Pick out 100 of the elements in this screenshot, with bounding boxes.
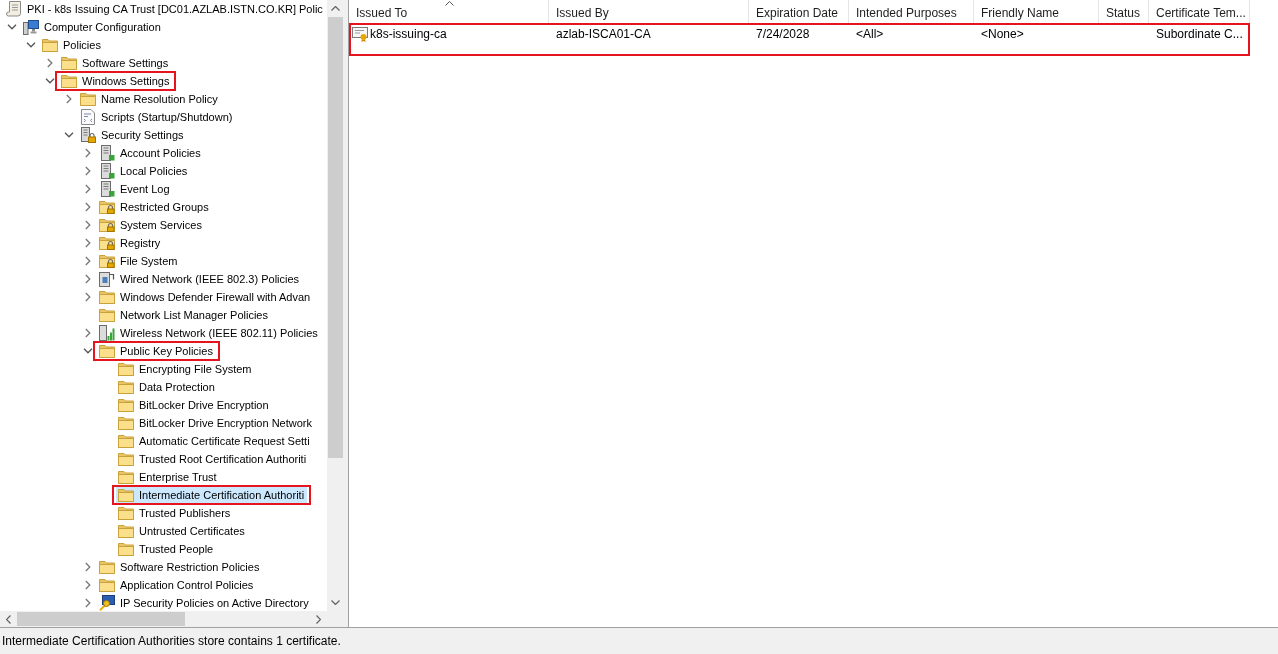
folder-lock-icon <box>99 254 115 268</box>
chevron-right-icon[interactable] <box>84 220 91 230</box>
tree-item[interactable]: Network List Manager Policies <box>97 306 271 324</box>
chevron-right-icon[interactable] <box>84 328 91 338</box>
chevron-right-icon[interactable] <box>84 598 91 608</box>
tree-item[interactable]: Wireless Network (IEEE 802.11) Policies <box>97 324 321 342</box>
tree-item[interactable]: Policies <box>40 36 104 54</box>
scrollbar-thumb[interactable] <box>17 612 185 626</box>
folder-icon <box>61 74 77 88</box>
table-cell: azlab-ISCA01-CA <box>556 27 651 41</box>
folder-icon <box>118 380 134 394</box>
folder-icon <box>118 488 134 502</box>
column-header[interactable]: Intended Purposes <box>849 0 974 25</box>
tree-item[interactable]: Enterprise Trust <box>116 468 220 486</box>
chevron-down-icon[interactable] <box>44 78 55 84</box>
tree-item[interactable]: Local Policies <box>97 162 191 180</box>
signal-bars-icon <box>99 325 115 341</box>
chevron-right-icon[interactable] <box>46 58 53 68</box>
chevron-right-icon[interactable] <box>84 148 91 158</box>
tree-item[interactable]: Name Resolution Policy <box>78 90 221 108</box>
tree-item[interactable]: BitLocker Drive Encryption Network <box>116 414 315 432</box>
chevron-down-icon <box>331 600 340 605</box>
column-header[interactable]: Certificate Tem... <box>1149 0 1250 25</box>
server-icon <box>99 163 115 179</box>
tree-item[interactable]: Software Restriction Policies <box>97 558 263 576</box>
status-text: Intermediate Certification Authorities store contains 1 certificate. <box>2 634 341 648</box>
vertical-scrollbar[interactable] <box>327 0 344 611</box>
tree-item[interactable]: Scripts (Startup/Shutdown) <box>78 108 236 126</box>
column-header[interactable]: Expiration Date <box>749 0 849 25</box>
scrollbar-thumb[interactable] <box>328 17 343 458</box>
chevron-right-icon[interactable] <box>84 256 91 266</box>
server-icon <box>99 181 115 197</box>
table-cell: k8s-issuing-ca <box>370 27 447 41</box>
tree-item[interactable]: Trusted Publishers <box>116 504 234 522</box>
folder-icon <box>118 470 134 484</box>
sort-caret-icon <box>444 1 454 6</box>
computer-icon <box>23 19 39 35</box>
tree-item[interactable]: IP Security Policies on Active Directory <box>97 594 312 611</box>
column-header[interactable]: Issued To <box>349 0 549 25</box>
script-file-icon <box>80 109 96 125</box>
chevron-right-icon[interactable] <box>84 202 91 212</box>
certificate-icon <box>352 26 368 42</box>
chevron-right-icon[interactable] <box>84 238 91 248</box>
tree-item[interactable]: Security Settings <box>78 126 187 144</box>
tree-item[interactable]: Wired Network (IEEE 802.3) Policies <box>97 270 303 288</box>
tree-item[interactable]: Account Policies <box>97 144 204 162</box>
tree-item[interactable]: Encrypting File System <box>116 360 255 378</box>
scroll-document-icon <box>6 1 22 17</box>
chevron-right-icon[interactable] <box>84 580 91 590</box>
chevron-down-icon[interactable] <box>25 42 36 48</box>
tree-item[interactable]: BitLocker Drive Encryption <box>116 396 272 414</box>
tree-item[interactable]: Windows Defender Firewall with Advan <box>97 288 314 306</box>
folder-icon <box>99 344 115 358</box>
tree-item[interactable]: Application Control Policies <box>97 576 257 594</box>
table-cell: <None> <box>981 27 1024 41</box>
folder-icon <box>80 92 96 106</box>
tree-item[interactable]: Data Protection <box>116 378 218 396</box>
folder-icon <box>99 308 115 322</box>
horizontal-scrollbar[interactable] <box>0 611 327 627</box>
chevron-down-icon[interactable] <box>6 24 17 30</box>
network-adapter-icon <box>99 271 115 287</box>
folder-icon <box>118 506 134 520</box>
tree-item[interactable]: Trusted People <box>116 540 217 558</box>
folder-icon <box>118 452 134 466</box>
chevron-right-icon <box>316 614 321 624</box>
chevron-down-icon[interactable] <box>82 348 93 354</box>
tree-item[interactable]: Windows Settings <box>59 72 173 90</box>
chevron-right-icon[interactable] <box>84 166 91 176</box>
tree-item[interactable]: Untrusted Certificates <box>116 522 248 540</box>
tree-item[interactable]: Automatic Certificate Request Setti <box>116 432 313 450</box>
chevron-down-icon[interactable] <box>63 132 74 138</box>
folder-icon <box>118 524 134 538</box>
table-cell: Subordinate C... <box>1156 27 1243 41</box>
tree-item[interactable]: PKI - k8s Issuing CA Trust [DC01.AZLAB.ISTN.CO.KR] Polic <box>4 0 326 18</box>
column-header[interactable]: Friendly Name <box>974 0 1099 25</box>
folder-icon <box>118 416 134 430</box>
tree-item[interactable]: Computer Configuration <box>21 18 164 36</box>
column-header[interactable]: Issued By <box>549 0 749 25</box>
tree-item[interactable]: Trusted Root Certification Authoriti <box>116 450 310 468</box>
chevron-up-icon <box>331 6 340 11</box>
chevron-right-icon[interactable] <box>84 292 91 302</box>
tree-item[interactable]: Public Key Policies <box>97 342 216 360</box>
tree-item[interactable]: Restricted Groups <box>97 198 212 216</box>
tree-item[interactable]: File System <box>97 252 181 270</box>
chevron-right-icon[interactable] <box>84 184 91 194</box>
computer-key-icon <box>99 595 115 611</box>
folder-icon <box>61 56 77 70</box>
folder-icon <box>99 578 115 592</box>
tree-item[interactable]: System Services <box>97 216 205 234</box>
tree-item[interactable]: Software Settings <box>59 54 172 72</box>
tree-item[interactable]: Registry <box>97 234 164 252</box>
server-lock-icon <box>80 127 96 143</box>
chevron-right-icon[interactable] <box>84 562 91 572</box>
column-header[interactable]: Status <box>1099 0 1149 25</box>
folder-icon <box>118 542 134 556</box>
chevron-right-icon[interactable] <box>84 274 91 284</box>
tree-item[interactable]: Event Log <box>97 180 173 198</box>
folder-icon <box>42 38 58 52</box>
chevron-right-icon[interactable] <box>65 94 72 104</box>
table-cell: <All> <box>856 27 884 41</box>
